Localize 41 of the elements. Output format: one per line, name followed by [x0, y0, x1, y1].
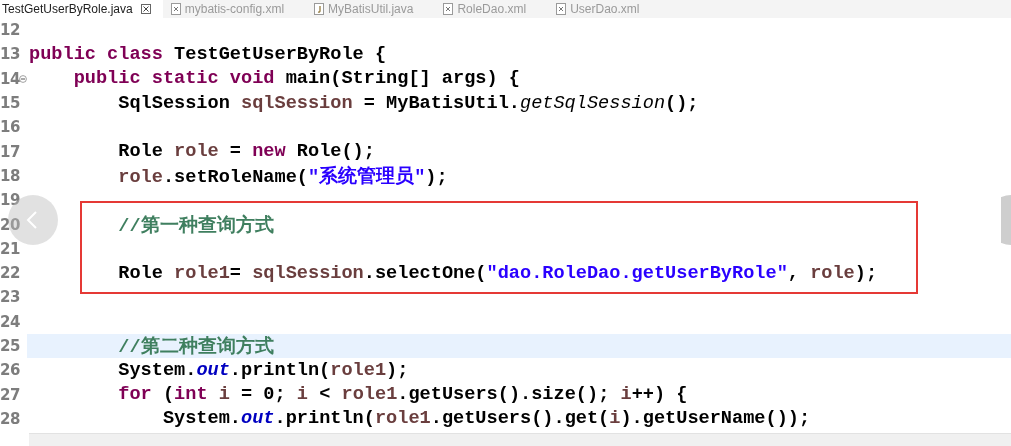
editor-tab[interactable]: UserDao.xml	[552, 0, 652, 18]
xml-file-icon	[170, 3, 181, 15]
code-line: public class TestGetUserByRole {	[29, 43, 387, 65]
line-number: 18	[0, 166, 20, 185]
editor-tab[interactable]: mybatis-config.xml	[166, 0, 297, 18]
editor-tab[interactable]: RoleDao.xml	[439, 0, 539, 18]
line-number: 23	[0, 288, 20, 307]
next-arrow-icon[interactable]	[1001, 195, 1011, 245]
line-number: 27	[0, 385, 20, 404]
code-line: System.out.println(role1);	[117, 359, 409, 381]
code-line: Role role1= sqlSession.selectOne("dao.RoleDao.getUserByRole", role);	[117, 262, 878, 284]
code-line: SqlSession sqlSession = MyBatisUtil.getSqlSession();	[117, 92, 699, 114]
line-number: 12	[0, 21, 20, 40]
line-number: 20	[0, 215, 20, 234]
code-line: role.setRoleName("系统管理员");	[117, 164, 448, 189]
line-number: 16	[0, 118, 20, 137]
line-number: 13	[0, 45, 20, 64]
xml-file-icon	[443, 3, 454, 15]
xml-file-icon	[556, 3, 567, 15]
line-number: 15	[0, 94, 20, 113]
line-number: 25	[0, 337, 20, 355]
close-icon[interactable]	[140, 4, 151, 14]
line-number: 24	[0, 312, 20, 331]
code-line: System.out.println(role1.getUsers().get(i).getUserName());	[161, 408, 811, 430]
collapse-icon[interactable]	[19, 74, 27, 83]
line-number: 19	[0, 191, 20, 210]
code-line: //第一种查询方式	[117, 213, 274, 238]
line-number: 17	[0, 142, 20, 161]
code-line: //第二种查询方式	[117, 334, 274, 359]
editor-tab[interactable]: MyBatisUtil.java	[310, 0, 426, 18]
horizontal-scrollbar[interactable]	[29, 433, 1011, 446]
line-number: 26	[0, 361, 20, 380]
java-file-icon	[314, 3, 325, 15]
line-number: 28	[0, 409, 20, 428]
line-number: 22	[0, 264, 20, 283]
code-line: for (int i = 0; i < role1.getUsers().size(); i++) {	[117, 384, 688, 406]
line-number: 21	[0, 239, 20, 258]
line-number: 14	[0, 69, 20, 88]
code-line: Role role = new Role();	[117, 141, 375, 163]
code-line: public static void main(String[] args) {	[72, 68, 520, 90]
editor-tab[interactable]: TestGetUserByRole.java	[0, 0, 163, 18]
